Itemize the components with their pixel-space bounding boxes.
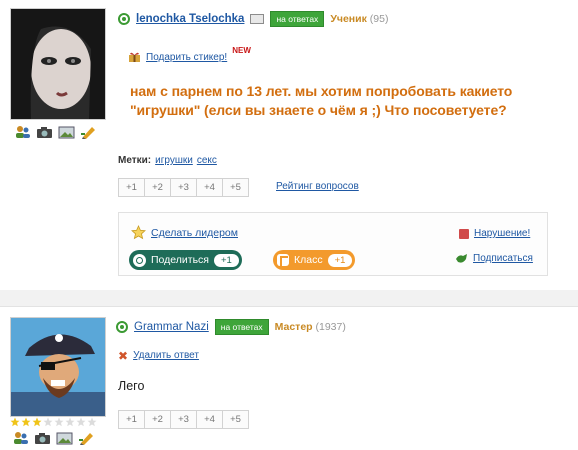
star-icon xyxy=(54,417,64,427)
pencil-icon[interactable] xyxy=(78,431,95,445)
share-button[interactable]: Поделиться +1 xyxy=(129,250,242,270)
rank-title: Ученик xyxy=(330,13,367,25)
report-violation[interactable]: Нарушение! xyxy=(459,228,530,239)
vote-plus5-button[interactable]: +5 xyxy=(222,178,249,197)
rank-score: (1937) xyxy=(315,321,346,333)
vote-plus3-button[interactable]: +3 xyxy=(170,410,197,429)
avatar[interactable] xyxy=(10,8,106,120)
share-label: Поделиться xyxy=(151,254,209,266)
class-label: Класс xyxy=(294,254,323,266)
online-status-icon xyxy=(118,13,130,25)
star-icon xyxy=(32,417,42,427)
user-line: Grammar Nazi на ответах Мастер (1937) xyxy=(116,319,346,335)
vote-plus2-button[interactable]: +2 xyxy=(144,178,171,197)
class-icon xyxy=(277,254,289,266)
username-link[interactable]: lenochka Tselochka xyxy=(136,13,244,25)
violation-icon xyxy=(459,228,469,239)
pencil-icon[interactable] xyxy=(80,125,97,139)
online-status-icon xyxy=(116,321,128,333)
question-rating-link[interactable]: Рейтинг вопросов xyxy=(276,181,359,192)
gift-sticker-link[interactable]: Подарить стикер! xyxy=(146,52,227,63)
mail-icon[interactable] xyxy=(250,14,265,24)
delete-answer[interactable]: ✖ Удалить ответ xyxy=(118,348,199,363)
vote-plus2-button[interactable]: +2 xyxy=(144,410,171,429)
user-icons xyxy=(14,125,97,139)
star-icon xyxy=(21,417,31,427)
star-icon xyxy=(43,417,53,427)
subscribe-icon xyxy=(455,253,468,264)
vote-plus4-button[interactable]: +4 xyxy=(196,178,223,197)
user-icons xyxy=(12,431,95,445)
user-line: lenochka Tselochka на ответах Ученик (95… xyxy=(118,11,388,27)
user-rank: Мастер (1937) xyxy=(275,321,346,333)
make-leader-link[interactable]: Сделать лидером xyxy=(151,227,238,239)
service-badge[interactable]: на ответах xyxy=(214,319,269,335)
photo-icon[interactable] xyxy=(56,431,73,445)
star-icon xyxy=(65,417,75,427)
user-group-icon[interactable] xyxy=(14,125,31,139)
rank-title: Мастер xyxy=(274,321,313,333)
camera-icon[interactable] xyxy=(36,125,53,139)
tags: Метки: игрушки секс xyxy=(118,155,217,166)
vote-plus3-button[interactable]: +3 xyxy=(170,178,197,197)
sticker-line: Подарить стикер! NEW xyxy=(128,46,251,63)
user-rank: Ученик (95) xyxy=(330,13,388,25)
class-button[interactable]: Класс +1 xyxy=(273,250,356,270)
user-group-icon[interactable] xyxy=(12,431,29,445)
ok-share-icon xyxy=(133,253,146,267)
service-badge[interactable]: на ответах xyxy=(270,11,325,27)
camera-icon[interactable] xyxy=(34,431,51,445)
tags-label: Метки: xyxy=(118,155,152,166)
vote-plus4-button[interactable]: +4 xyxy=(196,410,223,429)
star-icon xyxy=(87,417,97,427)
vote-plus1-button[interactable]: +1 xyxy=(118,178,145,197)
violation-link[interactable]: Нарушение! xyxy=(474,228,530,239)
vote-buttons: +1 +2 +3 +4 +5 xyxy=(118,410,249,429)
vote-plus5-button[interactable]: +5 xyxy=(222,410,249,429)
star-icon xyxy=(10,417,20,427)
delete-x-icon: ✖ xyxy=(118,348,129,363)
star-icon xyxy=(76,417,86,427)
tag-link[interactable]: игрушки xyxy=(155,155,193,166)
delete-answer-link[interactable]: Удалить ответ xyxy=(133,350,199,361)
rank-score: (95) xyxy=(369,13,389,25)
star-icon xyxy=(131,225,146,240)
subscribe-link[interactable]: Подписаться xyxy=(473,253,533,264)
vote-buttons: +1 +2 +3 +4 +5 xyxy=(118,178,249,197)
posts-separator xyxy=(0,290,578,306)
photo-icon[interactable] xyxy=(58,125,75,139)
new-badge: NEW xyxy=(232,45,251,55)
question-post: lenochka Tselochka на ответах Ученик (95… xyxy=(0,0,578,290)
question-text: нам с парнем по 13 лет. мы хотим попробо… xyxy=(130,83,513,118)
answer-text: Лего xyxy=(118,379,145,393)
answer-rating-stars xyxy=(10,417,97,427)
class-count: +1 xyxy=(327,253,353,267)
tag-link[interactable]: секс xyxy=(197,155,217,166)
subscribe[interactable]: Подписаться xyxy=(455,253,533,264)
username-link[interactable]: Grammar Nazi xyxy=(134,321,209,333)
make-leader[interactable]: Сделать лидером xyxy=(131,225,238,240)
answer-post: Grammar Nazi на ответах Мастер (1937) ✖ … xyxy=(0,306,578,450)
share-count: +1 xyxy=(213,253,239,267)
avatar[interactable] xyxy=(10,317,106,417)
action-panel: Сделать лидером Поделиться +1 Класс +1 Н… xyxy=(118,212,548,276)
vote-plus1-button[interactable]: +1 xyxy=(118,410,145,429)
gift-icon xyxy=(128,51,141,63)
